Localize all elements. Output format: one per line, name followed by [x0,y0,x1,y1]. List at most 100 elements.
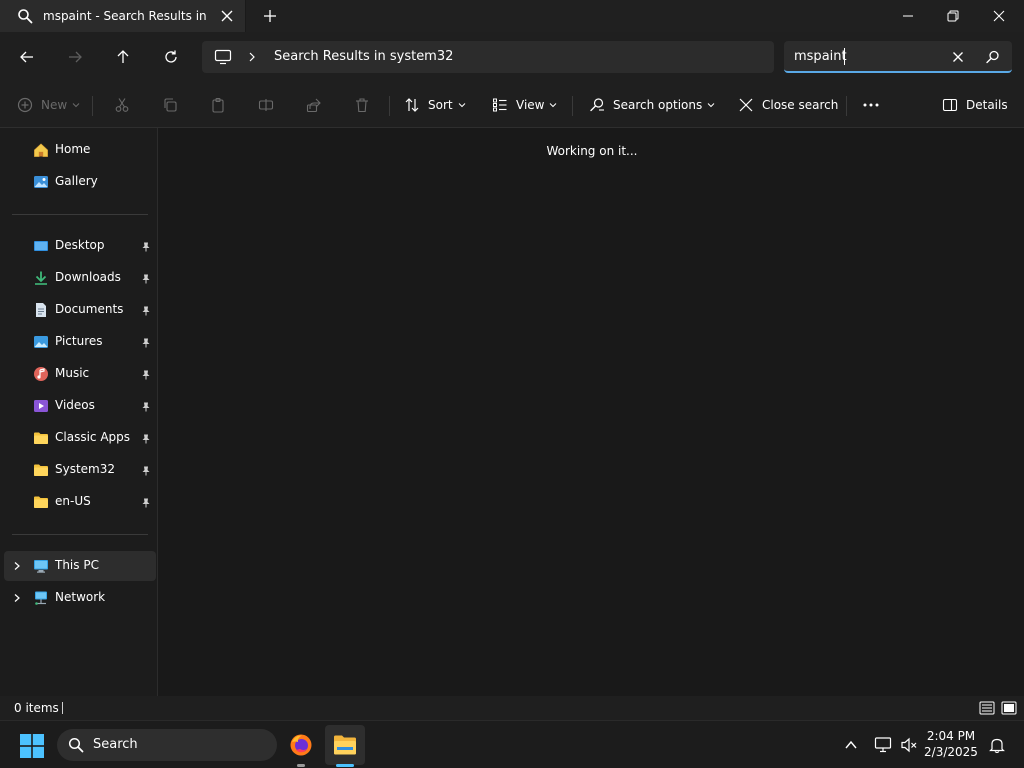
search-icon[interactable] [985,49,1001,65]
chevron-up-icon[interactable] [844,739,858,751]
sort-icon [405,98,419,112]
sidebar-item-label: en-US [55,494,91,508]
taskbar-search[interactable]: Search [57,729,277,761]
command-bar: New Sort View Search options Close searc… [0,82,1024,128]
divider [389,96,390,116]
sidebar-item-classic-apps[interactable]: Classic Apps [4,423,156,453]
scissors-icon [115,98,129,112]
search-input[interactable]: mspaint [784,41,1012,73]
tab-title: mspaint - Search Results in system32 [43,9,207,23]
minimize-button[interactable] [885,0,931,32]
pin-icon[interactable] [141,338,151,348]
delete-button[interactable] [354,93,370,117]
running-indicator [297,764,305,767]
downloads-icon [35,271,47,285]
restore-button[interactable] [930,0,976,32]
divider [12,214,148,215]
tiles-view-icon[interactable] [1001,700,1017,716]
item-count: 0 items [14,701,59,715]
close-window-button[interactable] [976,0,1022,32]
sidebar-item-downloads[interactable]: Downloads [4,263,156,293]
sidebar-item-desktop[interactable]: Desktop [4,231,156,261]
pin-icon[interactable] [141,466,151,476]
pin-icon[interactable] [141,498,151,508]
file-list[interactable]: Working on it... [160,128,1024,696]
file-explorer-taskbar-button[interactable] [325,725,365,767]
copy-button[interactable] [162,93,178,117]
view-button[interactable]: View [492,93,557,117]
pin-icon[interactable] [141,434,151,444]
clock-date: 2/3/2025 [924,745,978,759]
close-search-button[interactable]: Close search [738,93,838,117]
loading-message: Working on it... [546,144,638,158]
chevron-down-icon [458,103,465,108]
sort-button[interactable]: Sort [404,93,466,117]
view-button-label: View [516,98,545,112]
sidebar-item-pictures[interactable]: Pictures [4,327,156,357]
chevron-down-icon [550,103,557,108]
sidebar-item-this-pc[interactable]: This PC [4,551,156,581]
details-button-label: Details [966,98,1008,112]
new-button[interactable]: New [17,93,80,117]
search-input-value[interactable]: mspaint [794,49,847,64]
rename-button[interactable] [258,93,274,117]
breadcrumb[interactable]: Search Results in system32 [202,41,774,73]
chevron-right-icon[interactable] [12,561,22,571]
sidebar-item-music[interactable]: Music [4,359,156,389]
sidebar-item-home[interactable]: Home [4,135,156,165]
divider [12,534,148,535]
back-button[interactable] [14,44,40,70]
sidebar-item-label: Gallery [55,174,98,188]
sidebar-item-system32[interactable]: System32 [4,455,156,485]
clear-search-icon[interactable] [950,49,966,65]
more-options-button[interactable] [862,93,880,117]
active-tab[interactable]: mspaint - Search Results in system32 [0,0,246,32]
sidebar-item-gallery[interactable]: Gallery [4,167,156,197]
pin-icon[interactable] [141,274,151,284]
sidebar-item-network[interactable]: Network [4,583,156,613]
pin-icon[interactable] [141,242,151,252]
sidebar-item-en-us[interactable]: en-US [4,487,156,517]
sidebar-item-label: System32 [55,462,116,476]
up-button[interactable] [110,44,136,70]
search-options-button[interactable]: Search options [589,93,715,117]
system-clock[interactable]: 2:04 PM 2/3/2025 [920,728,982,760]
rename-icon [258,99,274,111]
paste-button[interactable] [210,93,226,117]
sidebar-item-documents[interactable]: Documents [4,295,156,325]
trash-icon [356,98,368,113]
share-button[interactable] [306,93,322,117]
forward-button[interactable] [62,44,88,70]
close-tab-icon[interactable] [219,8,235,24]
pin-icon[interactable] [141,370,151,380]
pictures-icon [34,336,48,348]
windows-start-icon[interactable] [20,734,44,758]
list-view-icon [493,98,507,112]
refresh-icon [165,50,177,63]
speaker-muted-icon[interactable] [900,736,918,754]
divider [846,96,847,116]
pin-icon[interactable] [141,402,151,412]
breadcrumb-location[interactable]: Search Results in system32 [274,49,453,64]
refresh-button[interactable] [158,44,184,70]
sidebar-item-label: Home [55,142,91,156]
sidebar-item-label: Videos [55,398,95,412]
file-explorer-icon [334,735,356,755]
notification-bell-icon[interactable] [988,736,1006,754]
new-button-label: New [41,98,68,112]
details-view-icon[interactable] [979,700,995,716]
firefox-icon[interactable] [289,733,313,757]
pin-icon[interactable] [141,306,151,316]
sidebar-item-videos[interactable]: Videos [4,391,156,421]
status-bar: 0 items [0,696,1024,720]
new-tab-icon[interactable] [261,7,279,25]
active-indicator [336,764,354,767]
search-icon [68,737,84,753]
folder-icon [34,464,48,476]
details-button[interactable]: Details [942,93,1008,117]
network-status-icon[interactable] [874,736,892,754]
chevron-right-icon[interactable] [246,51,258,63]
chevron-right-icon[interactable] [12,593,22,603]
divider [92,96,93,116]
cut-button[interactable] [114,93,130,117]
